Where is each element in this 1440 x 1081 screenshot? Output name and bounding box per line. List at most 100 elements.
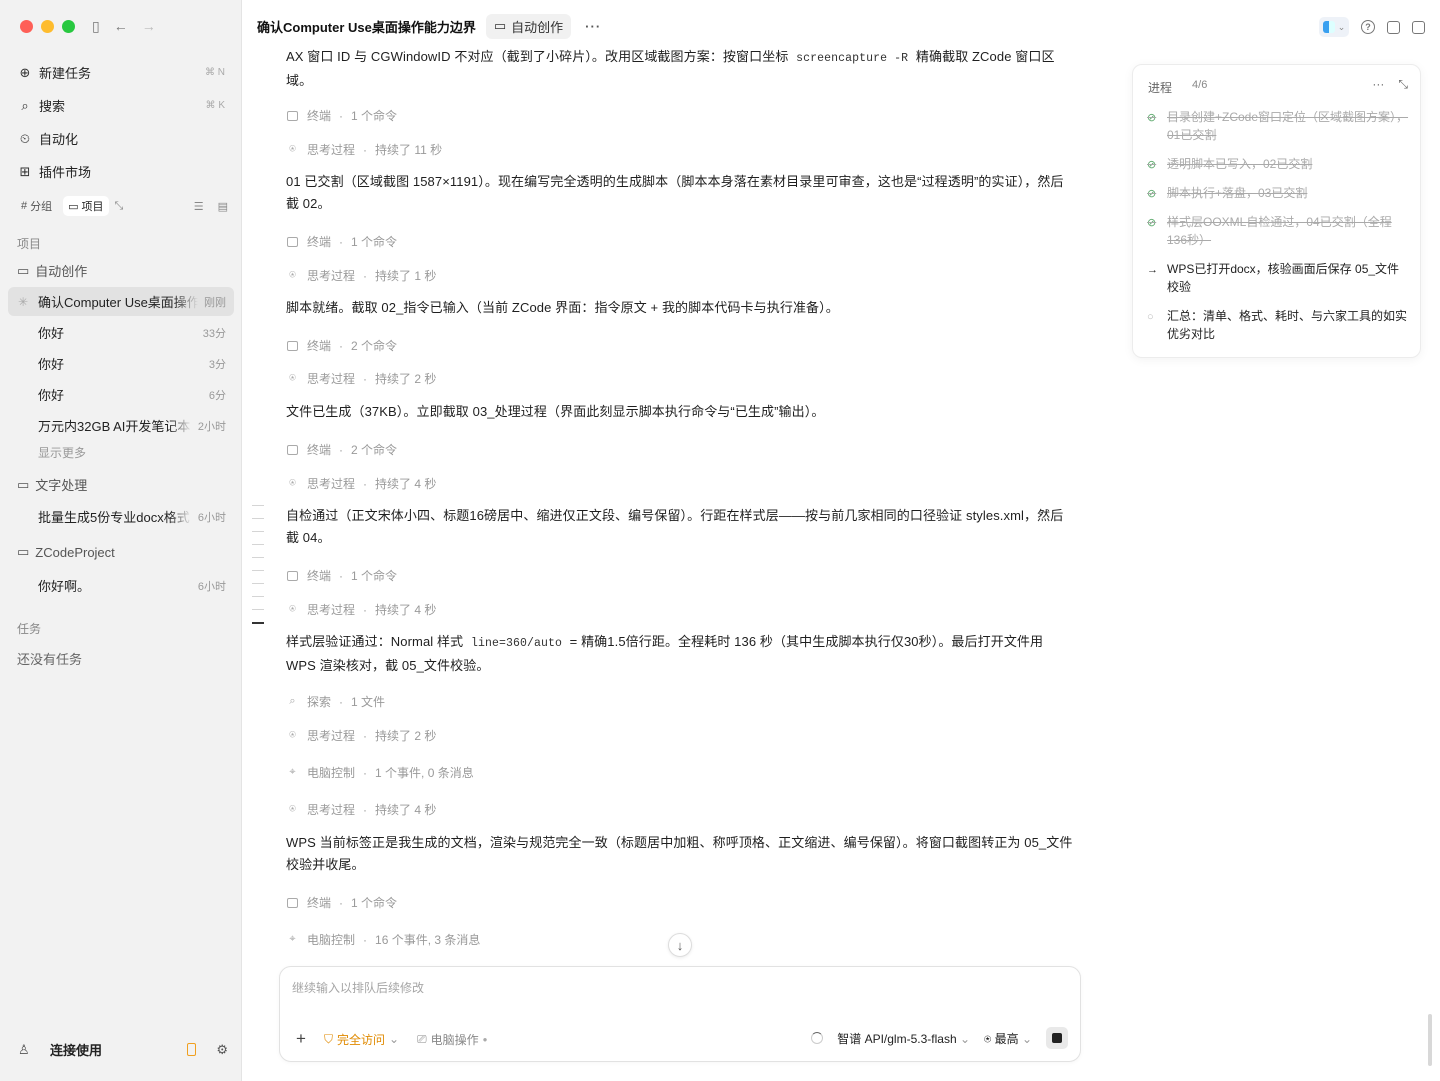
check-circle-icon: ⊘ bbox=[1147, 217, 1157, 229]
tool-step[interactable]: 终端 · 1 个命令 bbox=[286, 107, 397, 124]
terminal-icon bbox=[286, 339, 299, 352]
step-detail: 持续了 1 秒 bbox=[375, 269, 437, 283]
message-paragraph: 文件已生成（37KB）。立即截取 03_处理过程（界面此刻显示脚本执行命令与“已… bbox=[286, 404, 825, 419]
progress-item: ⊘ 透明脚本已写入，02已交割 bbox=[1147, 155, 1409, 174]
stop-button[interactable] bbox=[1046, 1027, 1068, 1049]
user-row[interactable]: ♙ 连接使用 ⚙ bbox=[18, 1040, 228, 1059]
forward-arrow-icon[interactable]: → bbox=[142, 18, 156, 35]
scroll-to-bottom-button[interactable]: ↓ bbox=[668, 933, 692, 957]
thinking-step[interactable]: ⍟ 思考过程 · 持续了 4 秒 bbox=[286, 801, 436, 818]
filter-icon[interactable]: ☰ bbox=[194, 200, 204, 213]
folder-text-processing[interactable]: ▭ 文字处理 bbox=[17, 475, 231, 494]
thread-item[interactable]: ✳ 确认Computer Use桌面操作能力边界 刚刚 bbox=[8, 287, 234, 316]
top-bar: 确认Computer Use桌面操作能力边界 ▭ 自动创作 ··· ⌄ ? bbox=[242, 0, 1440, 52]
collapse-icon[interactable]: ⤡ bbox=[1398, 77, 1408, 92]
effort-selector[interactable]: ⍟ 最高 ⌄ bbox=[984, 1030, 1032, 1047]
group-chip[interactable]: # 分组 bbox=[16, 196, 57, 216]
toggle-sidebar-icon[interactable]: ▯ bbox=[92, 18, 100, 35]
nav-search[interactable]: ⌕ 搜索 ⌘ K bbox=[8, 89, 234, 122]
terminal-icon bbox=[286, 109, 299, 122]
thinking-step[interactable]: ⍟ 思考过程 · 持续了 1 秒 bbox=[286, 267, 436, 284]
chevron-down-icon: ⌄ bbox=[1337, 21, 1346, 32]
thread-time: 6小时 bbox=[197, 511, 226, 524]
nav-label: 搜索 bbox=[39, 99, 66, 114]
folder-zcode-project[interactable]: ▭ ZCodeProject bbox=[17, 544, 231, 560]
folder-tag[interactable]: ▭ 自动创作 bbox=[485, 13, 572, 39]
new-task-icon: ⊕ bbox=[19, 64, 31, 80]
main-panel: 确认Computer Use桌面操作能力边界 ▭ 自动创作 ··· ⌄ ? AX… bbox=[241, 0, 1440, 1081]
model-selector[interactable]: 智谱 API/glm-5.3-flash ⌄ bbox=[837, 1030, 970, 1047]
brain-icon: ⍟ bbox=[289, 729, 296, 741]
thread-item[interactable]: 你好啊。 6小时 bbox=[8, 571, 234, 600]
progress-controls: ··· ⤡ bbox=[1372, 77, 1408, 92]
terminal-icon[interactable] bbox=[1387, 20, 1400, 34]
help-icon[interactable]: ? bbox=[1361, 20, 1375, 34]
arrow-down-icon: ↓ bbox=[676, 937, 684, 953]
nav-plugins[interactable]: ⊞ 插件市场 bbox=[8, 155, 234, 188]
phone-icon[interactable] bbox=[187, 1043, 197, 1056]
thinking-step[interactable]: ⍟ 思考过程 · 持续了 2 秒 bbox=[286, 727, 436, 744]
message-input[interactable]: 继续输入以排队后续修改 bbox=[292, 979, 424, 996]
collapse-icon[interactable]: ⤡ bbox=[115, 200, 124, 213]
thinking-step[interactable]: ⍟ 思考过程 · 持续了 11 秒 bbox=[286, 141, 442, 158]
explore-step[interactable]: ⌕ 探索 · 1 文件 bbox=[286, 693, 385, 710]
tool-step[interactable]: 终端 · 1 个命令 bbox=[286, 567, 397, 584]
back-arrow-icon[interactable]: ← bbox=[114, 18, 128, 35]
step-label: 思考过程 bbox=[307, 269, 356, 283]
separator: · bbox=[363, 932, 368, 947]
maximize-window-button[interactable] bbox=[62, 20, 75, 33]
more-icon[interactable]: ··· bbox=[1372, 77, 1384, 92]
more-options-button[interactable]: ··· bbox=[585, 19, 601, 34]
step-label: 探索 bbox=[307, 695, 332, 709]
close-window-button[interactable] bbox=[20, 20, 33, 33]
tool-step[interactable]: 终端 · 2 个命令 bbox=[286, 337, 397, 354]
separator: · bbox=[339, 338, 344, 353]
computer-icon: ⎚ bbox=[417, 1031, 427, 1046]
step-detail: 1 个命令 bbox=[351, 109, 398, 123]
progress-item: → WPS已打开docx，核验画面后保存 05_文件校验 bbox=[1147, 260, 1409, 296]
computer-use-toggle[interactable]: ⎚ 电脑操作 ● bbox=[417, 1031, 487, 1048]
step-label: 思考过程 bbox=[307, 803, 356, 817]
nav-new-task[interactable]: ⊕ 新建任务 ⌘ N bbox=[8, 56, 234, 89]
settings-icon[interactable]: ⚙ bbox=[216, 1042, 228, 1058]
brain-icon: ⍟ bbox=[289, 603, 296, 615]
composer-right-tools: 智谱 API/glm-5.3-flash ⌄ ⍟ 最高 ⌄ bbox=[811, 1027, 1068, 1049]
computer-control-step[interactable]: ⌖ 电脑控制 · 16 个事件, 3 条消息 bbox=[286, 931, 480, 948]
thread-item[interactable]: 你好 33分 bbox=[8, 318, 234, 347]
inline-code: line=360/auto bbox=[470, 637, 562, 650]
thread-item[interactable]: 批量生成5份专业docx格式 6小时 bbox=[8, 502, 234, 531]
thinking-step[interactable]: ⍟ 思考过程 · 持续了 2 秒 bbox=[286, 370, 436, 387]
panel-toggle-icon[interactable] bbox=[1412, 20, 1425, 34]
minimize-window-button[interactable] bbox=[41, 20, 54, 33]
tool-step[interactable]: 终端 · 1 个命令 bbox=[286, 233, 397, 250]
thread-title: 万元内32GB AI开发笔记本 bbox=[38, 419, 191, 434]
permission-dropdown[interactable]: ⛉ 完全访问 ⌄ bbox=[324, 1031, 399, 1048]
open-in-finder-button[interactable]: ⌄ bbox=[1319, 17, 1349, 37]
show-more-link[interactable]: 显示更多 bbox=[38, 444, 86, 461]
thinking-step[interactable]: ⍟ 思考过程 · 持续了 4 秒 bbox=[286, 475, 436, 492]
archive-icon[interactable]: ▤ bbox=[218, 200, 228, 213]
tool-step[interactable]: 终端 · 2 个命令 bbox=[286, 441, 397, 458]
thinking-step[interactable]: ⍟ 思考过程 · 持续了 4 秒 bbox=[286, 601, 436, 618]
scrollbar[interactable] bbox=[1428, 1014, 1432, 1066]
chevron-down-icon: ⌄ bbox=[959, 1031, 971, 1046]
project-chip[interactable]: ▭ 项目 bbox=[63, 196, 109, 216]
check-circle-icon: ⊘ bbox=[1147, 112, 1157, 124]
folder-auto-create[interactable]: ▭ 自动创作 bbox=[17, 261, 231, 280]
separator: · bbox=[363, 765, 368, 780]
nav-automation[interactable]: ⏲ 自动化 bbox=[8, 122, 234, 155]
tool-step[interactable]: 终端 · 1 个命令 bbox=[286, 894, 397, 911]
thread-item[interactable]: 万元内32GB AI开发笔记本 2小时 bbox=[8, 411, 234, 440]
progress-count: 4/6 bbox=[1192, 79, 1208, 91]
nav-label: 新建任务 bbox=[39, 66, 92, 81]
nav-label: 自动化 bbox=[39, 132, 79, 147]
thread-item[interactable]: 你好 3分 bbox=[8, 349, 234, 378]
thread-time: 3分 bbox=[208, 358, 226, 371]
step-detail: 1 个命令 bbox=[351, 896, 398, 910]
separator: · bbox=[339, 895, 344, 910]
thread-item[interactable]: 你好 6分 bbox=[8, 380, 234, 409]
separator: · bbox=[363, 728, 368, 743]
scroll-minimap[interactable] bbox=[252, 505, 264, 636]
computer-control-step[interactable]: ⌖ 电脑控制 · 1 个事件, 0 条消息 bbox=[286, 764, 473, 781]
add-attachment-button[interactable]: + bbox=[296, 1029, 306, 1049]
